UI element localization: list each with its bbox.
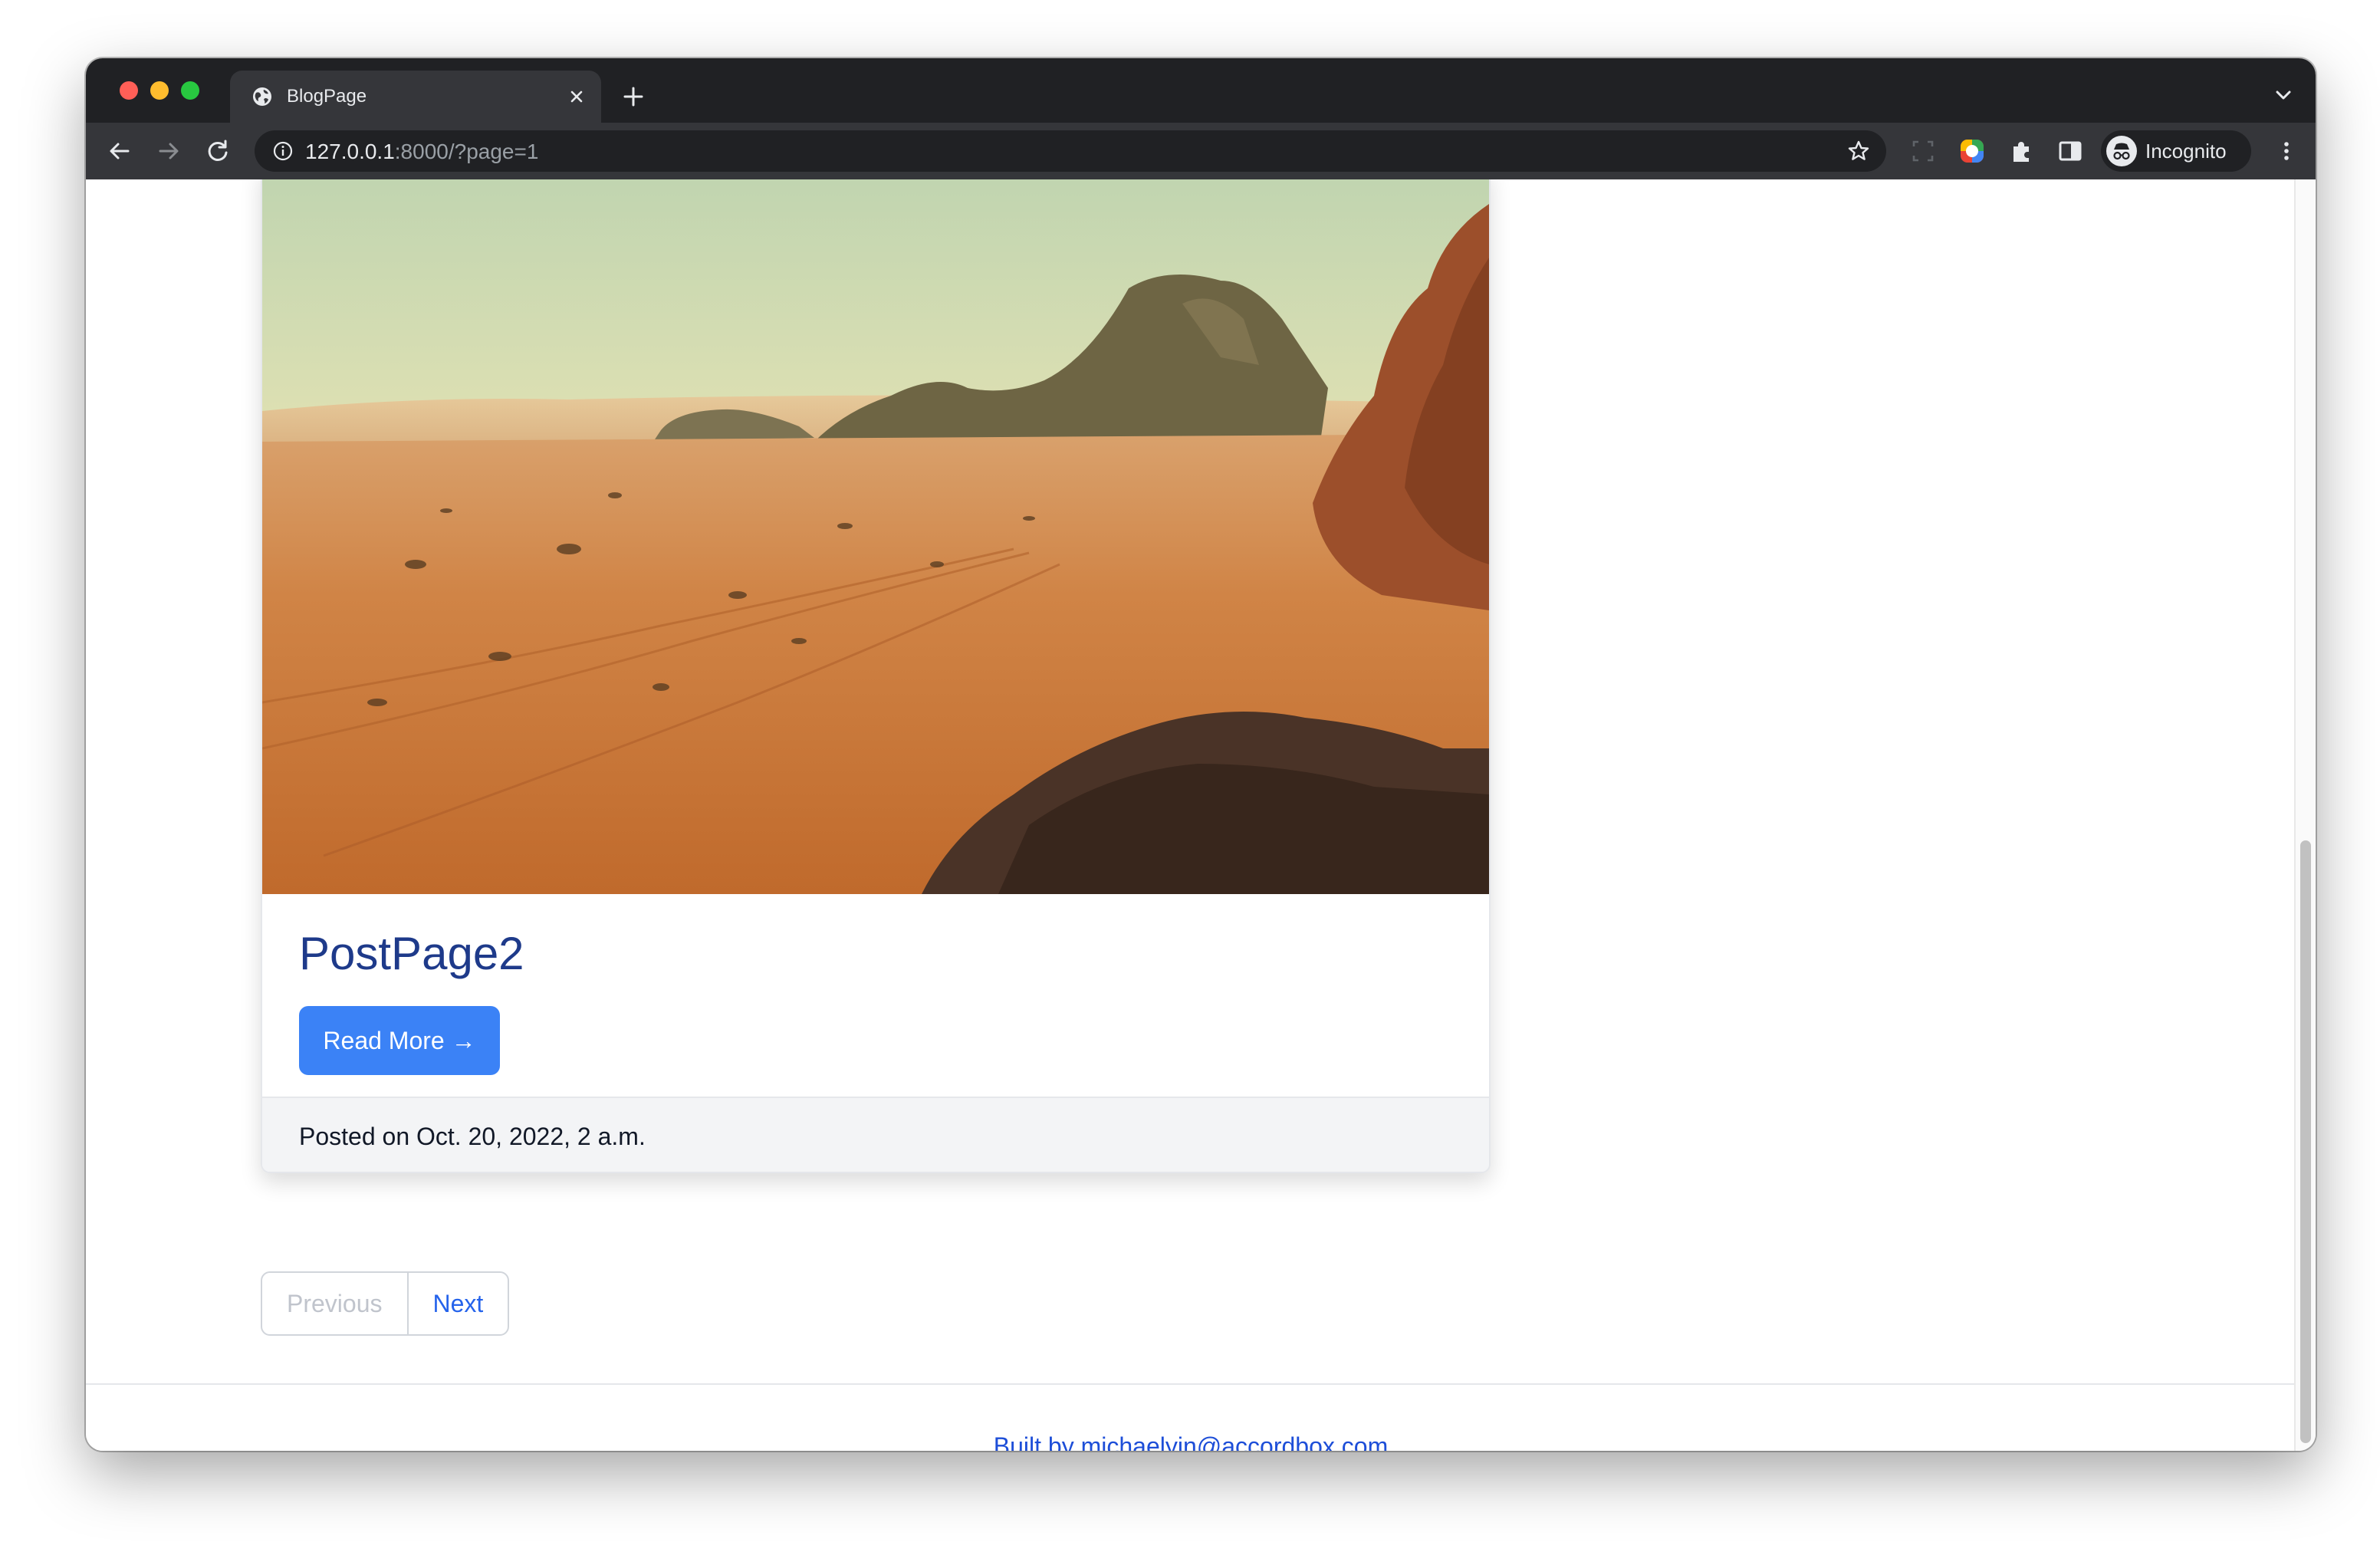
star-icon[interactable] (1846, 139, 1871, 163)
tab-blogpage[interactable]: BlogPage (230, 71, 601, 123)
browser-window: BlogPage 127.0.0.1:8000/?page=1 Incognit… (86, 58, 2316, 1451)
footer-divider (86, 1383, 2296, 1385)
scrollbar-thumb[interactable] (2300, 840, 2311, 1443)
next-page-button[interactable]: Next (409, 1273, 508, 1334)
page-viewport: PostPage2 Read More → Posted on Oct. 20,… (86, 179, 2316, 1451)
globe-icon (253, 87, 271, 106)
side-panel-icon[interactable] (2056, 137, 2084, 165)
screenshot-selection-icon[interactable] (1909, 137, 1937, 165)
kebab-menu-icon[interactable] (2273, 137, 2300, 165)
address-bar[interactable]: 127.0.0.1:8000/?page=1 (255, 130, 1886, 172)
post-image[interactable] (262, 179, 1489, 894)
post-title[interactable]: PostPage2 (299, 926, 524, 982)
chevron-down-icon[interactable] (2273, 86, 2294, 104)
pagination: Previous Next (261, 1271, 510, 1336)
tab-strip: BlogPage (86, 58, 2316, 123)
window-minimize-button[interactable] (150, 81, 169, 100)
color-picker-extension-icon[interactable] (1958, 137, 1986, 165)
url-host: 127.0.0.1 (305, 140, 395, 163)
window-zoom-button[interactable] (181, 81, 199, 100)
incognito-icon (2106, 136, 2137, 166)
footer-credit-link[interactable]: Built by michaelyin@accordbox.com (86, 1432, 2296, 1451)
post-card-footer: Posted on Oct. 20, 2022, 2 a.m. (262, 1097, 1489, 1172)
arrow-left-icon[interactable] (106, 137, 133, 165)
close-icon[interactable] (566, 86, 587, 107)
reload-icon[interactable] (204, 137, 232, 165)
tab-title: BlogPage (287, 86, 367, 107)
url-path: :8000/?page=1 (394, 140, 539, 163)
url-text[interactable]: 127.0.0.1:8000/?page=1 (305, 140, 538, 163)
info-icon[interactable] (273, 141, 293, 161)
read-more-button[interactable]: Read More → (299, 1006, 500, 1075)
plus-icon[interactable] (620, 83, 647, 110)
profile-label: Incognito (2145, 140, 2227, 163)
previous-page-button[interactable]: Previous (262, 1273, 409, 1334)
window-close-button[interactable] (120, 81, 138, 100)
posted-on-date: Posted on Oct. 20, 2022, 2 a.m. (299, 1123, 646, 1150)
browser-toolbar: 127.0.0.1:8000/?page=1 Incognito (86, 123, 2316, 179)
arrow-right-icon[interactable] (155, 137, 182, 165)
post-card: PostPage2 Read More → Posted on Oct. 20,… (261, 179, 1491, 1173)
puzzle-icon[interactable] (2007, 137, 2035, 165)
vertical-scrollbar[interactable] (2294, 179, 2316, 1451)
incognito-profile-button[interactable]: Incognito (2101, 130, 2251, 172)
